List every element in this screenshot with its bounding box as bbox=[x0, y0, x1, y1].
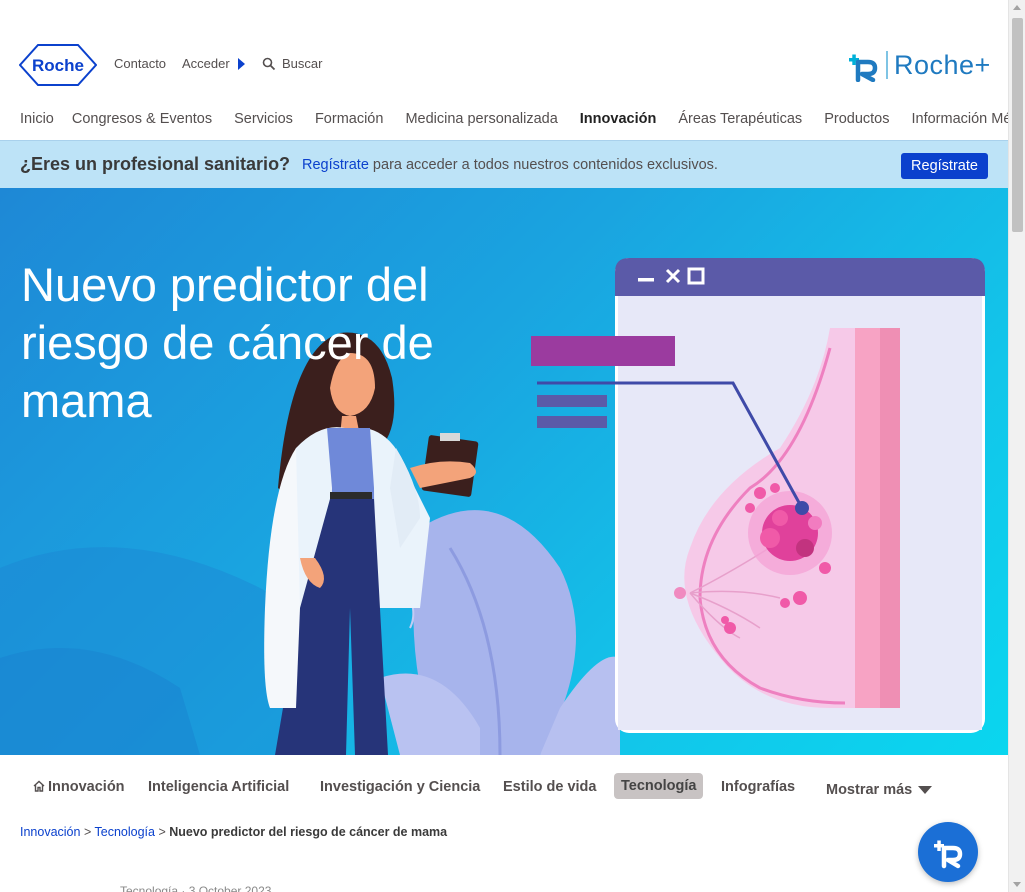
rocheplus-text: Roche+ bbox=[886, 51, 991, 79]
rocheplus-fab-button[interactable] bbox=[918, 822, 978, 882]
category-subnav: Innovación Inteligencia Artificial Inves… bbox=[0, 755, 1008, 819]
subnav-home-label: Innovación bbox=[48, 779, 125, 795]
vertical-scrollbar[interactable] bbox=[1008, 0, 1025, 892]
logo-text: Roche bbox=[32, 56, 84, 75]
search-icon bbox=[262, 57, 276, 70]
show-more-button[interactable]: Mostrar más bbox=[826, 782, 933, 798]
hero-title: Nuevo predictor del riesgo de cáncer de … bbox=[21, 258, 434, 427]
contact-label: Contacto bbox=[114, 56, 167, 71]
login-link[interactable]: Acceder bbox=[182, 56, 245, 71]
search-button[interactable]: Buscar bbox=[262, 56, 322, 71]
search-label: Buscar bbox=[282, 56, 323, 71]
caret-down-icon bbox=[918, 786, 933, 795]
rocheplus-logo[interactable]: Roche+ bbox=[846, 48, 991, 82]
register-button[interactable]: Regístrate bbox=[901, 153, 988, 179]
subnav-tab-infografias[interactable]: Infografías bbox=[721, 779, 795, 795]
nav-item-inicio[interactable]: Inicio bbox=[20, 111, 54, 127]
scroll-down-arrow-icon[interactable] bbox=[1013, 882, 1021, 887]
nav-item-productos[interactable]: Productos bbox=[824, 111, 889, 127]
register-link[interactable]: Regístrate bbox=[302, 157, 369, 173]
breadcrumb-item-tecnologia[interactable]: Tecnología bbox=[95, 825, 155, 839]
banner-message: Regístrate para acceder a todos nuestros… bbox=[302, 157, 718, 173]
nav-item-congresos[interactable]: Congresos & Eventos bbox=[72, 111, 212, 127]
article-date-line: Tecnología · 3 October 2023 bbox=[120, 884, 272, 892]
hero: Nuevo predictor del riesgo de cáncer de … bbox=[0, 188, 1008, 755]
subnav-tab-investigacion-ciencia[interactable]: Investigación y Ciencia bbox=[320, 779, 480, 795]
professional-banner: ¿Eres un profesional sanitario? Regístra… bbox=[0, 140, 1008, 188]
nav-item-areas-terapeuticas[interactable]: Áreas Terapéuticas bbox=[678, 111, 802, 127]
subnav-tab-innovacion[interactable]: Innovación bbox=[33, 779, 125, 795]
show-more-label: Mostrar más bbox=[826, 782, 913, 798]
nav-item-servicios[interactable]: Servicios bbox=[234, 111, 293, 127]
scroll-up-arrow-icon[interactable] bbox=[1013, 5, 1021, 10]
login-label: Acceder bbox=[182, 56, 230, 71]
nav-item-informacion-medica[interactable]: Información Médica bbox=[911, 111, 1008, 127]
banner-question: ¿Eres un profesional sanitario? bbox=[20, 154, 291, 174]
subnav-tab-estilo-vida[interactable]: Estilo de vida bbox=[503, 779, 596, 795]
breadcrumb-separator: > bbox=[154, 825, 170, 839]
breadcrumb-separator: > bbox=[80, 825, 95, 839]
breadcrumb-item-innovacion[interactable]: Innovación bbox=[20, 825, 80, 839]
roche-logo[interactable]: Roche bbox=[19, 44, 97, 86]
contact-link[interactable]: Contacto bbox=[114, 56, 166, 71]
breadcrumb: Innovación > Tecnología > Nuevo predicto… bbox=[20, 825, 447, 839]
subnav-tab-tecnologia[interactable]: Tecnología bbox=[614, 773, 704, 799]
banner-message-text: para acceder a todos nuestros contenidos… bbox=[368, 157, 718, 173]
home-icon bbox=[33, 780, 45, 792]
rocheplus-mark-icon bbox=[849, 54, 878, 82]
scrollbar-thumb[interactable] bbox=[1012, 18, 1023, 232]
main-nav: Inicio Congresos & Eventos Servicios For… bbox=[20, 111, 1008, 127]
header: Roche Contacto Acceder Buscar Roche+ Ini… bbox=[0, 0, 1008, 140]
nav-item-medicina-personalizada[interactable]: Medicina personalizada bbox=[405, 111, 557, 127]
nav-item-formacion[interactable]: Formación bbox=[315, 111, 384, 127]
page: Roche Contacto Acceder Buscar Roche+ Ini… bbox=[0, 0, 1008, 892]
rocheplus-icon bbox=[934, 840, 963, 869]
caret-right-icon bbox=[237, 57, 245, 70]
breadcrumb-current: Nuevo predictor del riesgo de cáncer de … bbox=[169, 825, 448, 839]
nav-item-innovacion[interactable]: Innovación bbox=[580, 111, 657, 127]
subnav-tab-inteligencia-artificial[interactable]: Inteligencia Artificial bbox=[148, 779, 289, 795]
